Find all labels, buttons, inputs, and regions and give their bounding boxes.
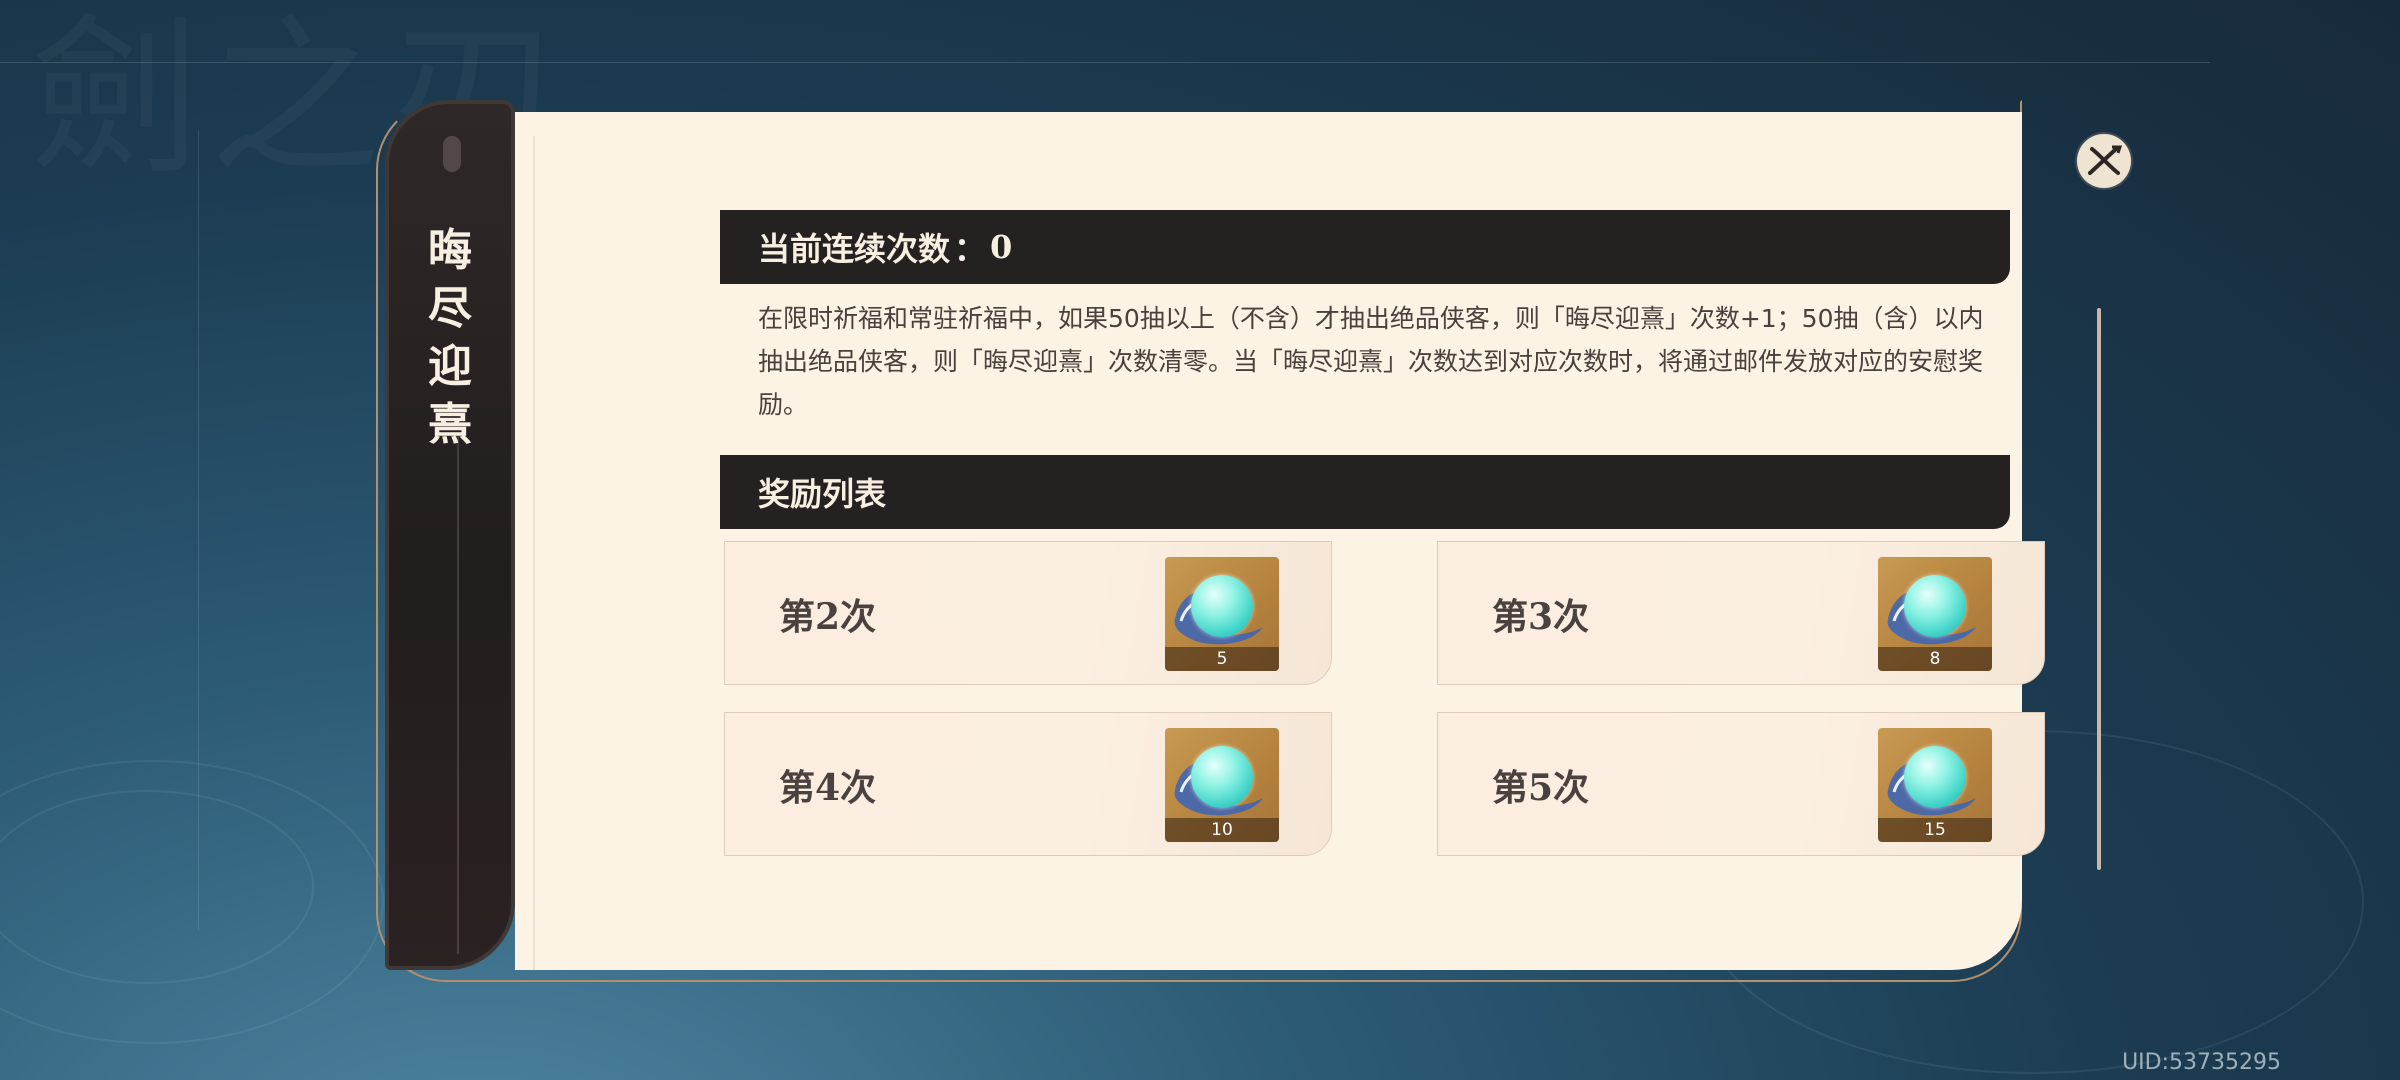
background-ring (0, 790, 314, 984)
cyan-orb-icon (1904, 575, 1966, 637)
reward-item[interactable]: 10 (1165, 728, 1279, 842)
current-count-header: 当前连续次数： 0 (720, 210, 2010, 284)
reward-count: 8 (1878, 647, 1992, 671)
side-tab: 晦 尽 迎 熹 (385, 100, 515, 970)
background-ring (0, 760, 384, 1044)
current-count-separator: ： (954, 230, 987, 268)
background-line (0, 62, 2210, 63)
current-count-label: 当前连续次数 (758, 230, 951, 268)
panel-divider (533, 136, 535, 970)
side-tab-pin (443, 136, 461, 172)
rewards-header-label: 奖励列表 (758, 475, 887, 513)
reward-threshold-label: 第5次 (1492, 767, 1590, 809)
consolation-modal: 晦 尽 迎 熹 当前连续次数： 0 在限时祈福和常驻祈福中，如果50抽以上（不含）… (376, 100, 2131, 982)
reward-count: 5 (1165, 647, 1279, 671)
cyan-orb-icon (1191, 746, 1253, 808)
reward-count: 15 (1878, 818, 1992, 842)
rewards-header: 奖励列表 (720, 455, 2010, 529)
cyan-orb-icon (1191, 575, 1253, 637)
rule-description: 在限时祈福和常驻祈福中，如果50抽以上（不含）才抽出绝品侠客，则「晦尽迎熹」次数… (758, 304, 1984, 419)
side-tab-title: 晦 尽 迎 熹 (389, 222, 511, 454)
reward-card: 第4次 10 (724, 712, 1332, 856)
reward-threshold-label: 第2次 (779, 596, 877, 638)
current-count-value: 0 (990, 228, 1013, 266)
reward-item[interactable]: 8 (1878, 557, 1992, 671)
content-panel: 当前连续次数： 0 在限时祈福和常驻祈福中，如果50抽以上（不含）才抽出绝品侠客，… (515, 112, 2131, 970)
close-button[interactable] (2077, 134, 2131, 188)
uid-label: UID:53735295 (2122, 1050, 2281, 1075)
reward-threshold-label: 第4次 (779, 767, 877, 809)
side-tab-title-char: 晦 (428, 225, 472, 276)
reward-card: 第3次 8 (1437, 541, 2045, 685)
scrollbar[interactable] (2097, 308, 2101, 870)
side-tab-title-char: 熹 (428, 399, 472, 450)
side-tab-line (457, 434, 459, 954)
close-icon (2088, 145, 2123, 175)
side-tab-title-char: 迎 (428, 341, 472, 392)
side-tab-title-char: 尽 (428, 283, 472, 334)
reward-threshold-label: 第3次 (1492, 596, 1590, 638)
reward-count: 10 (1165, 818, 1279, 842)
cyan-orb-icon (1904, 746, 1966, 808)
background-line (198, 130, 199, 930)
reward-item[interactable]: 15 (1878, 728, 1992, 842)
reward-item[interactable]: 5 (1165, 557, 1279, 671)
reward-card: 第2次 5 (724, 541, 1332, 685)
reward-card: 第5次 15 (1437, 712, 2045, 856)
